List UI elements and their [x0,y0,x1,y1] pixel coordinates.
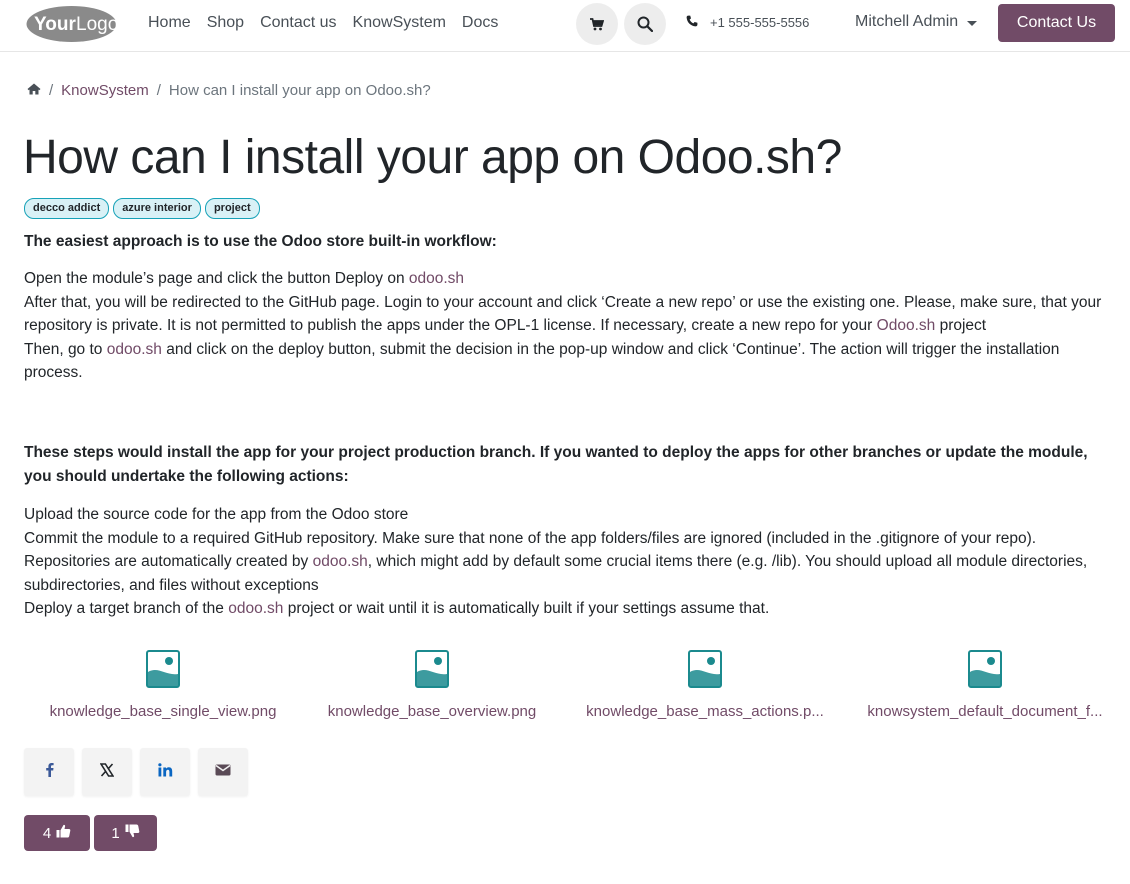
phone-icon [686,15,710,30]
nav-docs[interactable]: Docs [462,13,498,33]
odoo-sh-link[interactable]: odoo.sh [107,341,162,358]
linkedin-icon [157,762,173,782]
paragraph-line: Open the module’s page and click the but… [24,267,1104,291]
text-span: Then, go to [24,340,107,358]
odoo-sh-link[interactable]: Odoo.sh [877,317,936,334]
tag-azure-interior[interactable]: azure interior [113,198,201,219]
text-span: Open the module’s page and click the but… [24,270,409,287]
cart-button[interactable] [576,3,618,45]
image-file-icon [854,650,1116,693]
paragraph-line: Then, go to odoo.sh and click on the dep… [24,338,1104,385]
share-x-button[interactable] [82,748,132,796]
attachment-item[interactable]: knowledge_base_mass_actions.p... [582,650,828,720]
breadcrumb-knowsystem[interactable]: KnowSystem [61,82,149,99]
attachment-item[interactable]: knowledge_base_overview.png [310,650,554,720]
attachment-name: knowledge_base_mass_actions.p... [586,703,824,720]
user-name: Mitchell Admin [855,13,959,30]
brand-logo[interactable]: Your Logo [26,5,118,43]
top-navbar: Your Logo Home Shop Contact us KnowSyste… [0,0,1130,52]
image-file-icon [310,650,554,693]
tag-decco-addict[interactable]: decco addict [24,198,110,219]
tag-project[interactable]: project [204,198,260,219]
vote-buttons: 4 1 [24,815,157,851]
home-icon[interactable] [27,82,41,99]
search-button[interactable] [624,3,666,45]
section-lead-2: These steps would install the app for yo… [24,441,1104,488]
dislike-count: 1 [111,824,120,842]
main-nav: Home Shop Contact us KnowSystem Docs [148,13,514,33]
article-paragraph-2: Upload the source code for the app from … [24,503,1104,621]
like-button[interactable]: 4 [24,815,90,851]
breadcrumb-current: How can I install your app on Odoo.sh? [168,82,431,99]
nav-knowsystem[interactable]: KnowSystem [353,13,446,33]
text-span: and click on the deploy button, submit t… [24,340,1060,382]
attachment-name: knowsystem_default_document_f... [867,703,1103,720]
paragraph-line: Upload the source code for the app from … [24,506,409,523]
share-facebook-button[interactable] [24,748,74,796]
phone-link[interactable]: +1 555-555-5556 [686,15,809,30]
image-file-icon [582,650,828,693]
attachment-list: knowledge_base_single_view.png knowledge… [24,650,1130,725]
facebook-icon [45,762,54,782]
attachment-name: knowledge_base_single_view.png [49,703,277,720]
like-count: 4 [42,824,52,842]
image-file-icon [38,650,288,693]
breadcrumb: / KnowSystem / How can I install your ap… [27,82,431,99]
share-linkedin-button[interactable] [140,748,190,796]
breadcrumb-separator: / [156,82,161,99]
paragraph-line: Deploy a target branch of the odoo.sh pr… [24,597,1104,621]
text-span: project or wait until it is automaticall… [283,600,770,617]
attachment-name: knowledge_base_overview.png [327,703,537,720]
text-span: project [935,317,987,334]
share-buttons [24,748,248,796]
x-icon [99,762,115,782]
paragraph-line: Commit the module to a required GitHub r… [24,527,1104,598]
dislike-button[interactable]: 1 [94,815,157,851]
svg-text:Your: Your [34,14,76,35]
page-title: How can I install your app on Odoo.sh? [23,131,842,184]
share-email-button[interactable] [198,748,248,796]
odoo-sh-link[interactable]: odoo.sh [228,600,283,617]
breadcrumb-separator: / [49,82,54,99]
thumbs-up-icon [51,824,71,842]
article-paragraph-1: Open the module’s page and click the but… [24,267,1104,385]
contact-us-button[interactable]: Contact Us [998,4,1115,42]
phone-number: +1 555-555-5556 [710,15,810,30]
attachment-item[interactable]: knowsystem_default_document_f... [854,650,1116,720]
svg-text:Logo: Logo [76,14,117,35]
paragraph-line: After that, you will be redirected to th… [24,291,1104,338]
nav-home[interactable]: Home [148,13,191,33]
section-lead-1: The easiest approach is to use the Odoo … [24,230,1104,254]
cart-icon [590,17,604,31]
nav-shop[interactable]: Shop [207,13,244,33]
chevron-down-icon [967,20,978,26]
search-icon [637,16,653,32]
text-span: Deploy a target branch of the [24,600,229,617]
odoo-sh-link[interactable]: odoo.sh [313,553,368,570]
nav-contact-us[interactable]: Contact us [260,13,336,33]
user-menu[interactable]: Mitchell Admin [855,13,978,31]
lead-text-2: These steps would install the app for yo… [24,444,1088,485]
lead-text-1: The easiest approach is to use the Odoo … [24,233,497,250]
tag-list: decco addict azure interior project [24,198,260,219]
email-icon [215,763,231,781]
attachment-item[interactable]: knowledge_base_single_view.png [38,650,288,720]
odoo-sh-link[interactable]: odoo.sh [409,270,464,287]
thumbs-down-icon [120,824,140,842]
